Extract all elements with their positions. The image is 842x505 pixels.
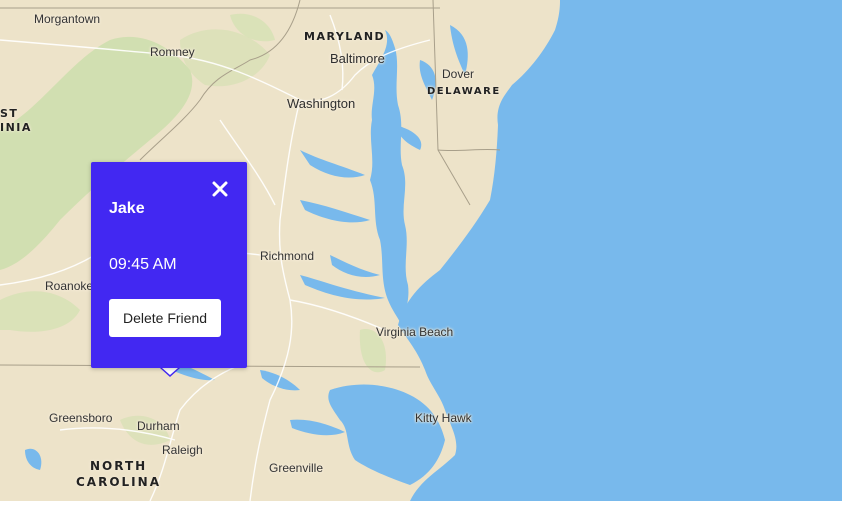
city-label-washington: Washington — [287, 96, 356, 111]
city-label-roanoke: Roanoke — [45, 279, 94, 293]
city-label-durham: Durham — [137, 419, 180, 433]
city-label-romney: Romney — [150, 45, 195, 59]
city-label-greensboro: Greensboro — [49, 411, 113, 425]
state-label-west-virginia-1: ST — [0, 107, 19, 120]
state-label-west-virginia-2: INIA — [0, 121, 32, 134]
friend-name: Jake — [109, 200, 145, 217]
friend-popup: Jake 09:45 AM Delete Friend — [91, 162, 247, 368]
city-label-greenville: Greenville — [269, 461, 324, 475]
popup-tip-highlight — [162, 368, 178, 375]
state-label-north-carolina-2: CAROLINA — [76, 475, 161, 489]
city-label-kitty-hawk: Kitty Hawk — [415, 411, 472, 425]
city-label-baltimore: Baltimore — [330, 51, 385, 66]
city-label-raleigh: Raleigh — [162, 443, 203, 457]
state-label-north-carolina-1: NORTH — [90, 459, 148, 473]
close-button[interactable] — [209, 178, 231, 200]
city-label-virginia-beach: Virginia Beach — [376, 325, 454, 339]
state-label-delaware: DELAWARE — [427, 86, 501, 97]
close-icon — [212, 181, 228, 197]
city-label-morgantown: Morgantown — [34, 12, 101, 26]
state-label-maryland: MARYLAND — [304, 30, 386, 43]
city-label-dover: Dover — [442, 67, 475, 81]
delete-friend-button[interactable]: Delete Friend — [109, 299, 221, 337]
city-label-richmond: Richmond — [260, 249, 315, 263]
friend-time: 09:45 AM — [109, 256, 177, 273]
